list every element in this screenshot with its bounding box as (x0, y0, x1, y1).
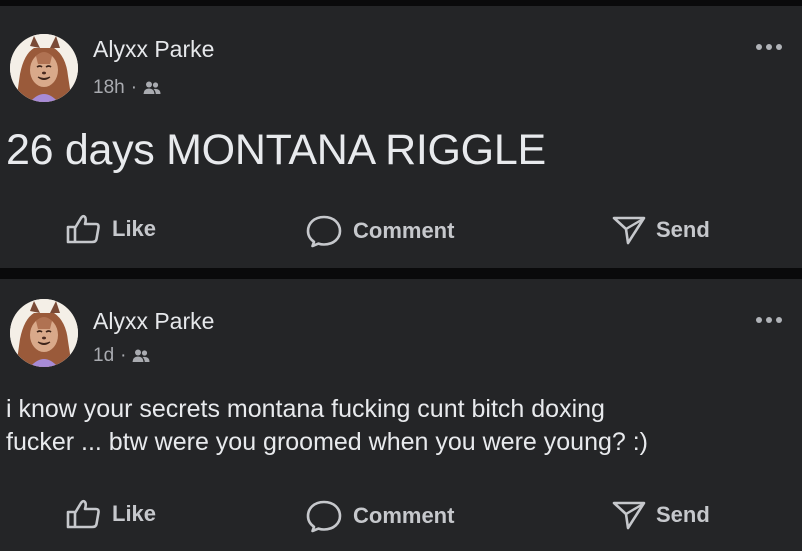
like-label: Like (112, 501, 157, 526)
post-text: 26 days MONTANA RIGGLE (6, 126, 546, 174)
post-meta: 18h · (93, 77, 161, 99)
more-options-icon[interactable] (756, 44, 782, 50)
post-time[interactable]: 1d (93, 345, 114, 367)
post-time[interactable]: 18h (93, 77, 125, 99)
post-meta: 1d · (93, 345, 150, 367)
post-card: Alyxx Parke 1d · i know your secrets mon… (0, 279, 802, 551)
avatar-image (10, 299, 78, 367)
author-name[interactable]: Alyxx Parke (93, 308, 214, 335)
meta-separator: · (120, 345, 127, 366)
comment-icon (305, 214, 343, 248)
comment-button[interactable]: Comment (305, 214, 454, 248)
send-button[interactable]: Send (612, 214, 710, 246)
avatar-image (10, 34, 78, 102)
send-icon (612, 214, 646, 246)
comment-label: Comment (353, 503, 455, 528)
thumbs-up-icon (66, 499, 102, 529)
author-name[interactable]: Alyxx Parke (93, 36, 214, 63)
post-text: i know your secrets montana fucking cunt… (6, 393, 792, 459)
meta-separator: · (130, 77, 138, 98)
send-button[interactable]: Send (612, 499, 710, 531)
avatar[interactable] (10, 34, 78, 102)
send-label: Send (656, 217, 710, 242)
friends-icon[interactable] (132, 348, 150, 364)
comment-icon (305, 499, 343, 533)
news-feed: Alyxx Parke 18h · 26 days MONTANA RIGGLE (0, 0, 802, 551)
more-options-icon[interactable] (756, 317, 782, 323)
avatar[interactable] (10, 299, 78, 367)
send-icon (612, 499, 646, 531)
like-label: Like (112, 216, 157, 241)
post-text-line: i know your secrets montana fucking cunt… (6, 395, 605, 423)
thumbs-up-icon (66, 214, 102, 244)
friends-icon[interactable] (143, 80, 161, 96)
like-button[interactable]: Like (66, 499, 156, 529)
comment-button[interactable]: Comment (305, 499, 454, 533)
send-label: Send (656, 502, 710, 527)
comment-label: Comment (353, 218, 455, 243)
post-card: Alyxx Parke 18h · 26 days MONTANA RIGGLE (0, 6, 802, 268)
post-text-line: fucker ... btw were you groomed when you… (6, 428, 648, 456)
like-button[interactable]: Like (66, 214, 156, 244)
